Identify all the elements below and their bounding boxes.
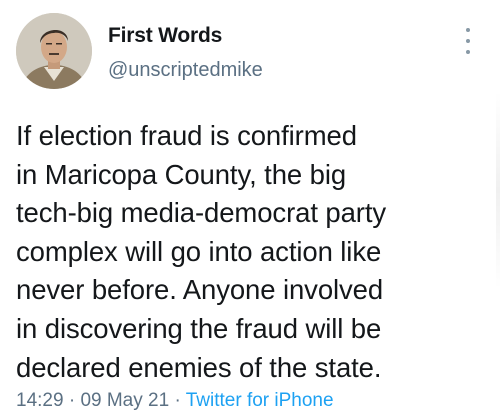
author-display-name[interactable]: First Words bbox=[108, 24, 222, 48]
author-handle[interactable]: @unscriptedmike bbox=[108, 59, 263, 82]
more-dot bbox=[466, 50, 470, 54]
tweet-meta: 14:29 · 09 May 21 · Twitter for iPhone bbox=[16, 390, 334, 412]
tweet-card: First Words @unscriptedmike If election … bbox=[0, 0, 500, 416]
tweet-date[interactable]: 09 May 21 bbox=[80, 390, 169, 411]
avatar[interactable] bbox=[16, 13, 92, 89]
tweet-source-link[interactable]: Twitter for iPhone bbox=[186, 390, 334, 411]
more-dot bbox=[466, 28, 470, 32]
more-dot bbox=[466, 39, 470, 43]
profile-photo-icon bbox=[16, 13, 92, 89]
scrollbar[interactable] bbox=[496, 90, 500, 290]
tweet-text: If election fraud is confirmed in Marico… bbox=[16, 120, 387, 383]
more-options-icon[interactable] bbox=[458, 26, 478, 56]
tweet-time[interactable]: 14:29 bbox=[16, 390, 64, 411]
meta-separator: · bbox=[174, 390, 181, 411]
meta-separator: · bbox=[68, 390, 76, 411]
